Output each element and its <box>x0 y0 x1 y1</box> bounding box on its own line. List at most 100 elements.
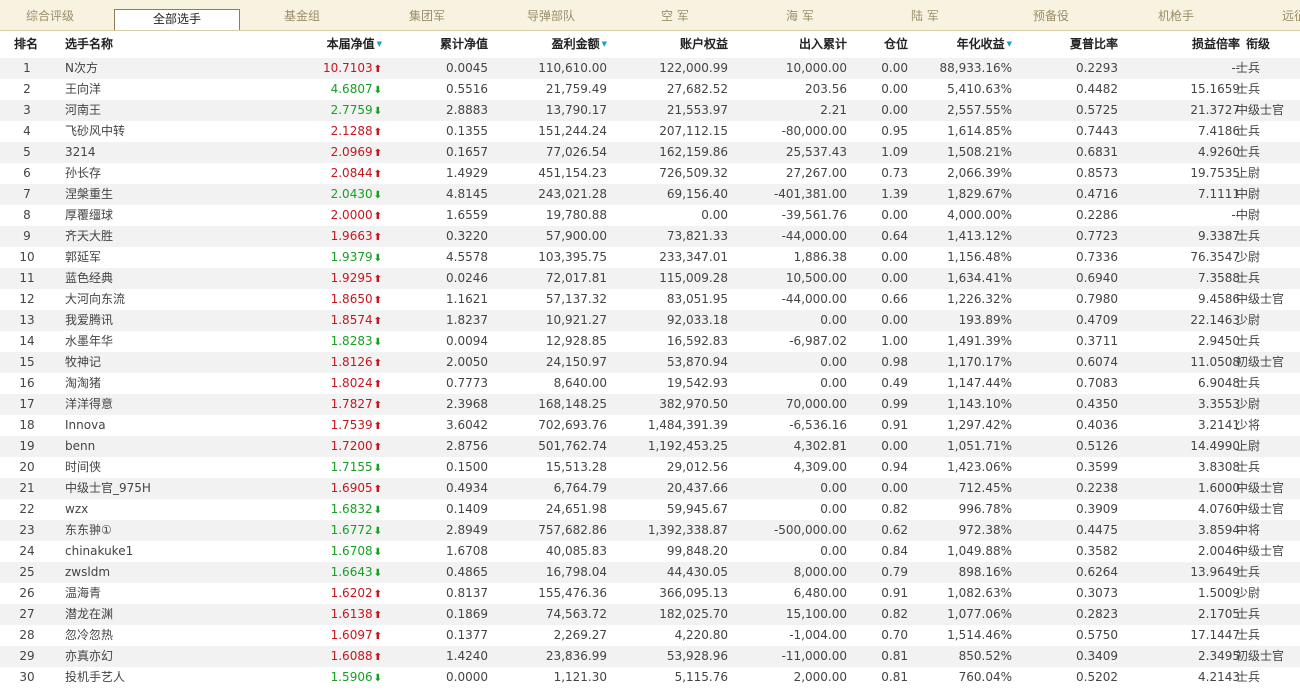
cell-equity: 366,095.13 <box>659 586 728 600</box>
table-row[interactable]: 10 郭延军 1.9379⬇ 4.5578 103,395.75 233,347.01 1,… <box>0 247 1300 268</box>
tab-5[interactable]: 空 军 <box>661 0 689 30</box>
table-row[interactable]: 3 河南王 2.7759⬇ 2.8883 13,790.17 21,553.97 2.21 0… <box>0 100 1300 121</box>
tab-0[interactable]: 综合评级 <box>26 0 74 30</box>
arrow-up-icon: ⬆ <box>373 631 382 642</box>
col-header-position[interactable]: 仓位 <box>884 31 908 58</box>
table-row[interactable]: 15 牧神记 1.8126⬆ 2.0050 24,150.97 53,870.94 0.00… <box>0 352 1300 373</box>
arrow-down-icon: ⬇ <box>373 337 382 348</box>
table-row[interactable]: 22 wzx 1.6832⬇ 0.1409 24,651.98 59,945.67 0.00… <box>0 499 1300 520</box>
cell-flow: 10,500.00 <box>785 271 847 285</box>
cell-nav: 1.6202⬆ <box>331 583 382 605</box>
cell-rank: 15 <box>19 355 35 369</box>
cell-flow: 0.00 <box>820 481 847 495</box>
cell-name: 涅槃重生 <box>65 187 114 201</box>
cell-cum-nav: 0.1377 <box>446 628 488 642</box>
col-header-rankname[interactable]: 衔级 <box>1246 31 1270 58</box>
col-header-rank[interactable]: 排名 <box>14 31 38 58</box>
cell-name: 淘淘猪 <box>65 376 102 390</box>
table-row[interactable]: 29 亦真亦幻 1.6088⬆ 1.4240 23,836.99 53,928.96 -11… <box>0 646 1300 667</box>
tab-3[interactable]: 集团军 <box>409 0 445 30</box>
cell-annual: 1,829.67% <box>947 187 1012 201</box>
cell-cum-nav: 2.8949 <box>446 523 488 537</box>
arrow-up-icon: ⬆ <box>373 232 382 243</box>
table-row[interactable]: 11 蓝色经典 1.9295⬆ 0.0246 72,017.81 115,009.28 10… <box>0 268 1300 289</box>
table-row[interactable]: 14 水墨年华 1.8283⬇ 0.0094 12,928.85 16,592.83 -6,… <box>0 331 1300 352</box>
tab-4[interactable]: 导弹部队 <box>527 0 575 30</box>
col-header-equity[interactable]: 账户权益 <box>680 31 728 58</box>
nav-value: 2.7759 <box>330 103 373 117</box>
table-row[interactable]: 27 潜龙在渊 1.6138⬆ 0.1869 74,563.72 182,025.70 15… <box>0 604 1300 625</box>
table-row[interactable]: 24 chinakuke1 1.6708⬇ 1.6708 40,085.83 99,848… <box>0 541 1300 562</box>
cell-position: 0.94 <box>881 460 908 474</box>
cell-pl-ratio: 7.1111 <box>1198 187 1240 201</box>
table-row[interactable]: 13 我爱腾讯 1.8574⬆ 1.8237 10,921.27 92,033.18 0.0… <box>0 310 1300 331</box>
table-row[interactable]: 8 厚覆缰球 2.0000⬆ 1.6559 19,780.88 0.00 -39,561.7… <box>0 205 1300 226</box>
cell-flow: -500,000.00 <box>773 523 847 537</box>
table-row[interactable]: 26 温海青 1.6202⬆ 0.8137 155,476.36 366,095.13 6,… <box>0 583 1300 604</box>
cell-rank: 4 <box>23 124 31 138</box>
tab-9[interactable]: 机枪手 <box>1158 0 1194 30</box>
cell-flow: -11,000.00 <box>781 649 847 663</box>
cell-annual: 850.52% <box>958 649 1012 663</box>
table-row[interactable]: 20 时间侠 1.7155⬇ 0.1500 15,513.28 29,012.56 4,30… <box>0 457 1300 478</box>
table-row[interactable]: 18 Innova 1.7539⬆ 3.6042 702,693.76 1,484,391… <box>0 415 1300 436</box>
table-row[interactable]: 2 王向洋 4.6807⬇ 0.5516 21,759.49 27,682.52 203.5… <box>0 79 1300 100</box>
table-row[interactable]: 12 大河向东流 1.8650⬆ 1.1621 57,137.32 83,051.95 -4… <box>0 289 1300 310</box>
arrow-down-icon: ⬇ <box>373 253 382 264</box>
cell-annual: 193.89% <box>958 313 1012 327</box>
col-header-annual[interactable]: 年化收益 ▼ <box>957 31 1012 58</box>
tab-1[interactable]: 全部选手 <box>114 9 240 30</box>
tab-10[interactable]: 远征 <box>1282 0 1300 30</box>
cell-cum-nav: 4.5578 <box>446 250 488 264</box>
cell-pl-ratio: 3.2141 <box>1198 418 1240 432</box>
cell-equity: 20,437.66 <box>666 481 728 495</box>
table-row[interactable]: 16 淘淘猪 1.8024⬆ 0.7773 8,640.00 19,542.93 0.00 0… <box>0 373 1300 394</box>
cell-profit: 451,154.23 <box>538 166 607 180</box>
table-row[interactable]: 7 涅槃重生 2.0430⬇ 4.8145 243,021.28 69,156.40 -40… <box>0 184 1300 205</box>
col-header-nav[interactable]: 本届净值 ▼ <box>327 31 382 58</box>
cell-rankname: 中级士官 <box>1236 481 1285 495</box>
col-header-sharpe[interactable]: 夏普比率 <box>1070 31 1118 58</box>
cell-flow: -39,561.76 <box>781 208 847 222</box>
table-row[interactable]: 19 benn 1.7200⬆ 2.8756 501,762.74 1,192,453.2… <box>0 436 1300 457</box>
cell-name: wzx <box>65 502 89 516</box>
table-row[interactable]: 4 飞砂风中转 2.1288⬆ 0.1355 151,244.24 207,112.15 -… <box>0 121 1300 142</box>
cell-sharpe: 0.4482 <box>1076 82 1118 96</box>
cell-profit: 57,900.00 <box>545 229 607 243</box>
table-row[interactable]: 21 中级士官_975H 1.6905⬆ 0.4934 6,764.79 20,437.6… <box>0 478 1300 499</box>
col-header-flow[interactable]: 出入累计 <box>799 31 847 58</box>
cell-position: 0.49 <box>881 376 908 390</box>
sort-down-icon: ▼ <box>376 40 382 48</box>
cell-annual: 1,297.42% <box>947 418 1012 432</box>
col-header-cum-nav[interactable]: 累计净值 <box>440 31 488 58</box>
cell-nav: 2.0844⬆ <box>331 163 382 185</box>
col-header-pl-ratio[interactable]: 损益倍率 <box>1192 31 1240 58</box>
table-row[interactable]: 28 忽冷忽热 1.6097⬆ 0.1377 2,269.27 4,220.80 -1,00… <box>0 625 1300 646</box>
tab-7[interactable]: 陆 军 <box>911 0 939 30</box>
table-row[interactable]: 30 投机手艺人 1.5906⬇ 0.0000 1,121.30 5,115.76 2,00… <box>0 667 1300 688</box>
col-header-name[interactable]: 选手名称 <box>65 31 113 58</box>
nav-value: 2.0969 <box>330 145 373 159</box>
table-row[interactable]: 25 zwsldm 1.6643⬇ 0.4865 16,798.04 44,430.05 8… <box>0 562 1300 583</box>
cell-nav: 10.7103⬆ <box>323 58 382 80</box>
cell-cum-nav: 0.0000 <box>446 670 488 684</box>
cell-sharpe: 0.7980 <box>1076 292 1118 306</box>
table-row[interactable]: 17 洋洋得意 1.7827⬆ 2.3968 168,148.25 382,970.50 7… <box>0 394 1300 415</box>
tab-8[interactable]: 预备役 <box>1033 0 1069 30</box>
table-row[interactable]: 9 齐天大胜 1.9663⬆ 0.3220 57,900.00 73,821.33 -44,… <box>0 226 1300 247</box>
cell-pl-ratio: 17.1447 <box>1190 628 1240 642</box>
cell-pl-ratio: 1.6000 <box>1198 481 1240 495</box>
cell-pl-ratio: 2.3495 <box>1198 649 1240 663</box>
tab-2[interactable]: 基金组 <box>284 0 320 30</box>
table-row[interactable]: 1 N次方 10.7103⬆ 0.0045 110,610.00 122,000.99 10… <box>0 58 1300 79</box>
col-header-profit[interactable]: 盈利金额 ▼ <box>552 31 607 58</box>
cell-nav: 1.9295⬆ <box>331 268 382 290</box>
table-row[interactable]: 6 孙长存 2.0844⬆ 1.4929 451,154.23 726,509.32 27,… <box>0 163 1300 184</box>
cell-name: N次方 <box>65 61 98 75</box>
table-row[interactable]: 23 东东翀① 1.6772⬇ 2.8949 757,682.86 1,392,338.8… <box>0 520 1300 541</box>
cell-nav: 1.7200⬆ <box>331 436 382 458</box>
tab-6[interactable]: 海 军 <box>786 0 814 30</box>
table-row[interactable]: 5 3214 2.0969⬆ 0.1657 77,026.54 162,159.86 25,… <box>0 142 1300 163</box>
cell-equity: 1,484,391.39 <box>647 418 728 432</box>
arrow-up-icon: ⬆ <box>373 169 382 180</box>
